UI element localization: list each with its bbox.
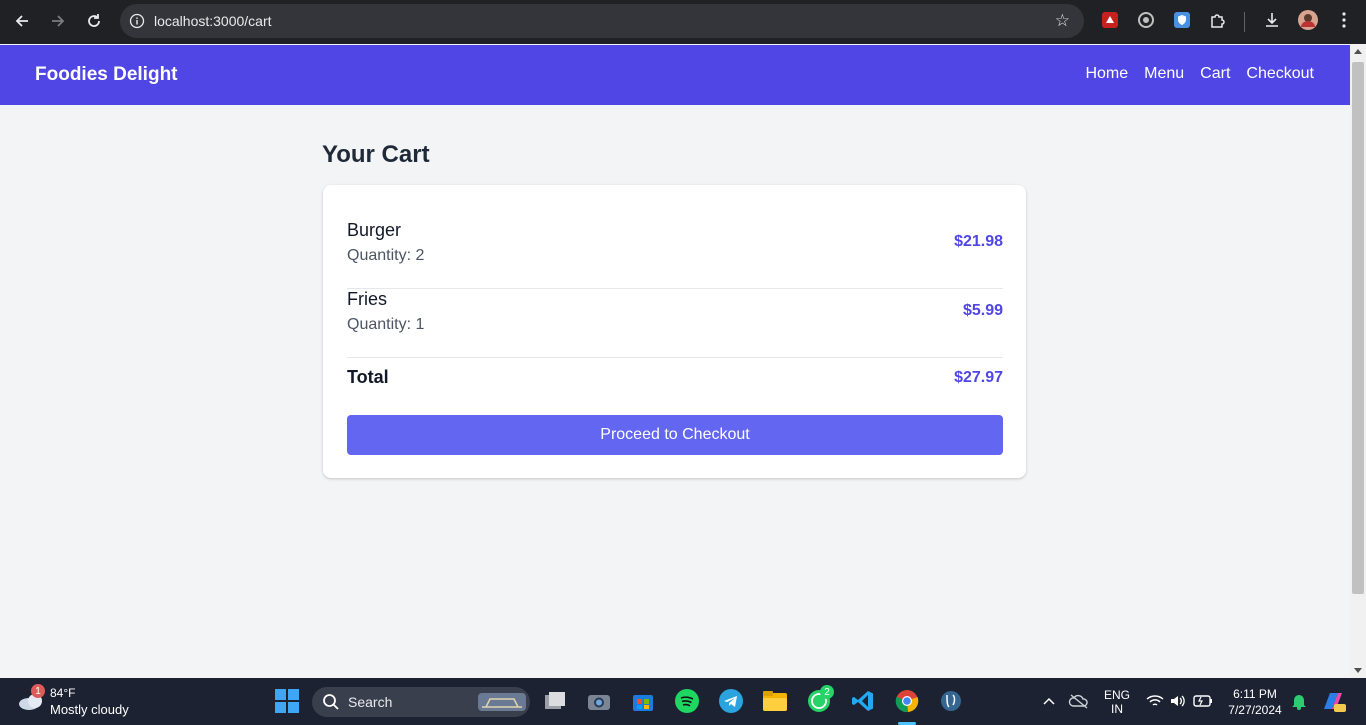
taskbar-search[interactable]: Search (312, 687, 530, 717)
cart-item-quantity: Quantity: 1 (347, 316, 425, 333)
telegram-icon[interactable] (718, 688, 744, 714)
region-code: IN (1111, 702, 1123, 716)
brand-logo[interactable]: Foodies Delight (35, 64, 178, 86)
windows-taskbar: 1 84°F Mostly cloudy Search 2 ENG IN 6:1… (0, 678, 1366, 725)
reload-icon[interactable] (76, 3, 112, 39)
search-icon (322, 693, 340, 716)
url-text: localhost:3000/cart (154, 13, 272, 29)
microsoft-store-icon[interactable] (630, 688, 656, 714)
clock-date: 7/27/2024 (1228, 703, 1282, 717)
scroll-down-arrow[interactable] (1354, 668, 1362, 673)
proceed-to-checkout-button[interactable]: Proceed to Checkout (347, 415, 1003, 455)
cart-item: Fries Quantity: 1 $5.99 (347, 289, 1003, 358)
back-icon[interactable] (4, 3, 40, 39)
toolbar-divider (1244, 12, 1245, 32)
cart-card: Burger Quantity: 2 $21.98 Fries Quantity… (323, 185, 1026, 478)
download-icon[interactable] (1262, 10, 1282, 30)
volume-icon[interactable] (1165, 688, 1191, 714)
address-bar[interactable]: localhost:3000/cart ☆ (120, 4, 1084, 38)
battery-icon[interactable] (1190, 688, 1216, 714)
main-nav: Home Menu Cart Checkout (1085, 65, 1314, 83)
cart-item-name: Burger (347, 220, 402, 240)
search-highlight-icon (478, 691, 526, 718)
site-info-icon[interactable] (120, 13, 154, 29)
cart-item-name: Fries (347, 289, 387, 309)
file-explorer-icon[interactable] (762, 688, 788, 714)
forward-icon[interactable] (40, 3, 76, 39)
bookmark-star-icon[interactable]: ☆ (1055, 11, 1070, 31)
nav-checkout[interactable]: Checkout (1246, 65, 1314, 83)
extension-red-icon[interactable] (1100, 10, 1120, 30)
extension-target-icon[interactable] (1136, 10, 1156, 30)
notification-bell-icon[interactable] (1286, 688, 1312, 714)
total-value: $27.97 (954, 369, 1003, 386)
nav-menu[interactable]: Menu (1144, 65, 1184, 83)
page-title: Your Cart (322, 141, 430, 168)
vscode-icon[interactable] (850, 688, 876, 714)
language-indicator[interactable]: ENG IN (1100, 688, 1134, 716)
clock[interactable]: 6:11 PM 7/27/2024 (1222, 687, 1288, 717)
total-label: Total (347, 367, 389, 387)
cart-item-quantity: Quantity: 2 (347, 247, 425, 264)
postgresql-icon[interactable] (938, 688, 964, 714)
profile-avatar-icon[interactable] (1298, 10, 1318, 30)
onedrive-icon[interactable] (1066, 688, 1092, 714)
cart-item-price: $5.99 (962, 302, 1003, 319)
whatsapp-badge: 2 (820, 685, 834, 699)
browser-menu-icon[interactable] (1334, 10, 1354, 30)
windows-start-icon[interactable] (274, 688, 300, 714)
extensions-puzzle-icon[interactable] (1208, 10, 1228, 30)
extension-shield-icon[interactable] (1172, 10, 1192, 30)
weather-desc[interactable]: Mostly cloudy (50, 702, 129, 717)
scroll-thumb[interactable] (1352, 62, 1364, 594)
cart-item-price: $21.98 (954, 233, 1003, 250)
camera-app-icon[interactable] (586, 688, 612, 714)
spotify-icon[interactable] (674, 688, 700, 714)
language-code: ENG (1103, 688, 1130, 702)
page-scrollbar[interactable] (1350, 45, 1366, 678)
scroll-up-arrow[interactable] (1354, 49, 1362, 54)
nav-home[interactable]: Home (1085, 65, 1128, 83)
weather-badge: 1 (31, 684, 45, 698)
show-hidden-icons-chevron-icon[interactable] (1036, 688, 1062, 714)
site-header: Foodies Delight Home Menu Cart Checkout (0, 45, 1350, 105)
nav-cart[interactable]: Cart (1200, 65, 1230, 83)
search-label: Search (348, 694, 393, 710)
copilot-icon[interactable] (1320, 688, 1346, 714)
weather-temp[interactable]: 84°F (50, 686, 75, 700)
clock-time: 6:11 PM (1233, 687, 1277, 701)
browser-toolbar: localhost:3000/cart ☆ (0, 0, 1366, 44)
chrome-icon[interactable] (894, 688, 920, 714)
cart-item: Burger Quantity: 2 $21.98 (347, 220, 1003, 289)
task-view-icon[interactable] (542, 688, 568, 714)
